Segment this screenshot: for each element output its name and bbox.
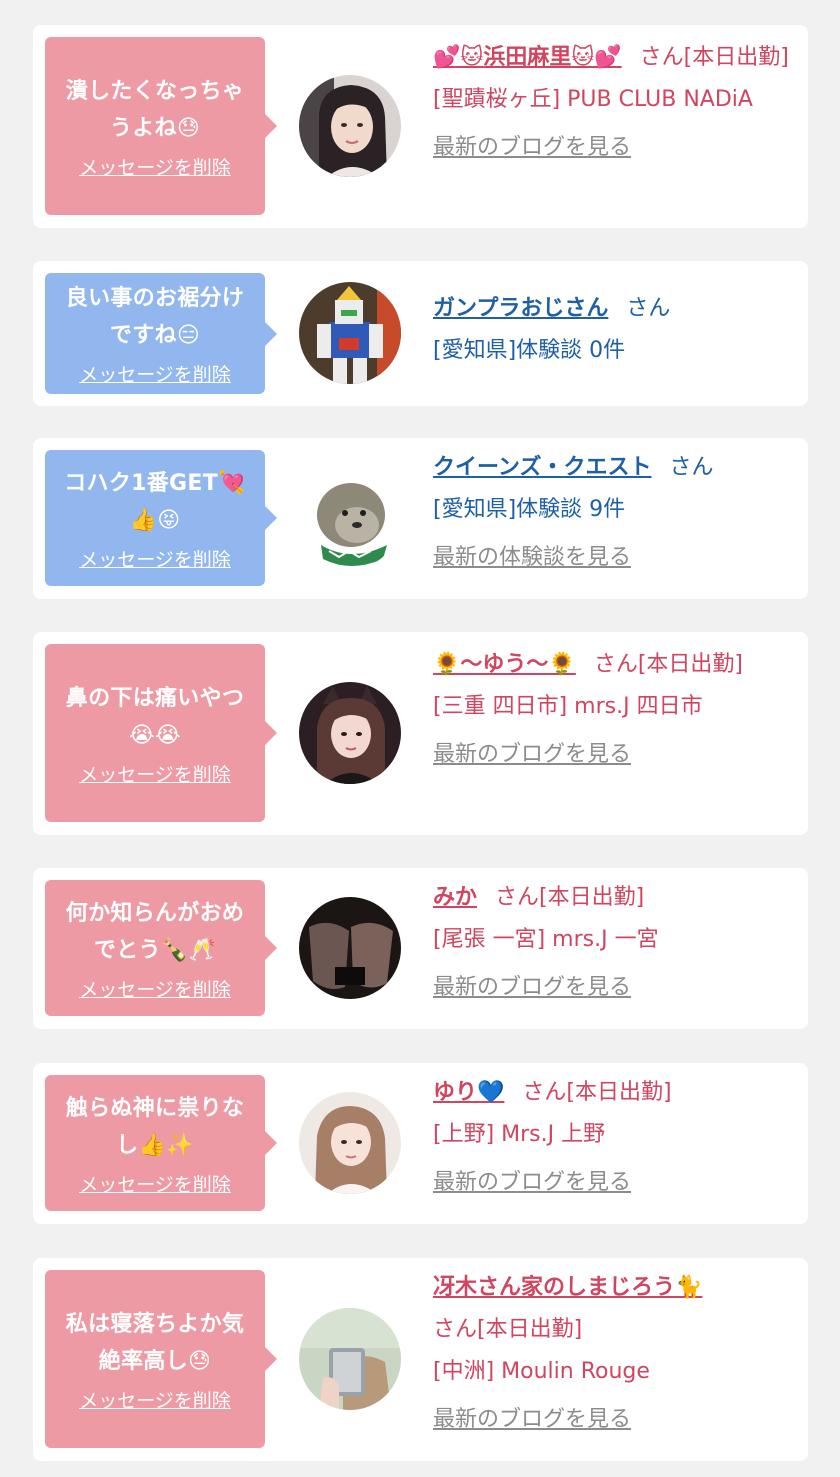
avatar[interactable]	[299, 467, 401, 569]
user-info: 🌻〜ゆう〜🌻 さん[本日出勤] [三重 四日市] mrs.J 四日市 最新のブログ…	[433, 644, 798, 776]
avatar[interactable]	[299, 282, 401, 384]
woman-photo-icon	[299, 682, 401, 784]
message-card: 触らぬ神に祟りなし👍✨ メッセージを削除 ゆり💙 さん[本日出勤] [上野] Mr…	[33, 1063, 808, 1224]
avatar[interactable]	[299, 897, 401, 999]
message-text: 触らぬ神に祟りなし👍✨	[65, 1095, 245, 1158]
user-info: 💕🐱浜田麻里🐱💕 さん[本日出勤] [聖蹟桜ヶ丘] PUB CLUB NADiA …	[433, 37, 798, 169]
shop-location: [中洲] Moulin Rouge	[433, 1359, 650, 1384]
user-info: 冴木さん家のしまじろう🐈 さん[本日出勤] [中洲] Moulin Rouge …	[433, 1267, 798, 1441]
honorific-status: さん	[626, 296, 671, 321]
user-name-link[interactable]: 🌻〜ゆう〜🌻	[433, 652, 576, 677]
message-bubble: コハク1番GET💘👍😝 メッセージを削除	[45, 450, 277, 586]
latest-blog-link[interactable]: 最新のブログを見る	[433, 1399, 798, 1441]
message-text: 潰したくなっちゃうよね😓	[65, 78, 245, 141]
user-name-link[interactable]: みか	[433, 885, 477, 910]
message-card: 私は寝落ちよか気絶率高し😓 メッセージを削除 冴木さん家のしまじろう🐈 さん[本…	[33, 1258, 808, 1461]
latest-blog-link[interactable]: 最新のブログを見る	[433, 967, 798, 1009]
honorific-status: さん[本日出勤]	[522, 1080, 672, 1105]
avatar[interactable]	[299, 682, 401, 784]
latest-review-link[interactable]: 最新の体験談を見る	[433, 537, 798, 579]
otter-character-icon	[299, 467, 401, 569]
selfie-photo-icon	[299, 1308, 401, 1410]
user-name-link[interactable]: 💕🐱浜田麻里🐱💕	[433, 45, 622, 70]
message-text: 良い事のお裾分けですね😑	[65, 286, 245, 348]
honorific-status: さん[本日出勤]	[433, 1317, 583, 1342]
user-name-link[interactable]: ゆり💙	[433, 1080, 504, 1105]
woman-photo-icon	[299, 1092, 401, 1194]
user-info: みか さん[本日出勤] [尾張 一宮] mrs.J 一宮 最新のブログを見る	[433, 877, 798, 1009]
honorific-status: さん	[669, 455, 714, 480]
message-card: 鼻の下は痛いやつ😭😭 メッセージを削除 🌻〜ゆう〜🌻さん[本日出勤] [三重	[33, 632, 808, 835]
gundam-photo-icon	[299, 282, 401, 384]
honorific-status: さん[本日出勤]	[495, 885, 645, 910]
message-card: 良い事のお裾分けですね😑 メッセージを削除 ガンプラおじさん さん [愛知県]体…	[33, 261, 808, 406]
honorific-status: さん[本日出勤]	[593, 652, 743, 677]
experience-count: [愛知県]体験談 0件	[433, 338, 626, 363]
delete-message-link[interactable]: メッセージを削除	[79, 975, 231, 1002]
shop-location: [三重 四日市] mrs.J 四日市	[433, 694, 703, 719]
shop-location: [聖蹟桜ヶ丘] PUB CLUB NADiA	[433, 87, 753, 112]
message-text: 鼻の下は痛いやつ😭😭	[65, 685, 245, 748]
experience-count: [愛知県]体験談 9件	[433, 497, 626, 522]
delete-message-link[interactable]: メッセージを削除	[79, 153, 231, 180]
message-bubble: 鼻の下は痛いやつ😭😭 メッセージを削除	[45, 644, 277, 822]
message-card: コハク1番GET💘👍😝 メッセージを削除 クイーンズ・クエスト さん [愛知県]体…	[33, 438, 808, 599]
user-name-link[interactable]: 冴木さん家のしまじろう🐈	[433, 1275, 702, 1300]
delete-message-link[interactable]: メッセージを削除	[79, 1170, 231, 1197]
message-bubble: 何か知らんがおめでとう🍾🥂 メッセージを削除	[45, 880, 277, 1016]
avatar[interactable]	[299, 1092, 401, 1194]
message-card: 潰したくなっちゃうよね😓 メッセージを削除 💕🐱浜田麻里🐱💕 さん[本日出勤] […	[33, 25, 808, 228]
delete-message-link[interactable]: メッセージを削除	[79, 545, 231, 572]
user-info: ゆり💙 さん[本日出勤] [上野] Mrs.J 上野 最新のブログを見る	[433, 1072, 798, 1204]
message-card: 何か知らんがおめでとう🍾🥂 メッセージを削除 みか さん[本日出勤] [尾張 一宮…	[33, 868, 808, 1029]
message-bubble: 潰したくなっちゃうよね😓 メッセージを削除	[45, 37, 277, 215]
user-name-link[interactable]: ガンプラおじさん	[433, 296, 608, 321]
message-text: コハク1番GET💘👍😝	[64, 470, 246, 533]
latest-blog-link[interactable]: 最新のブログを見る	[433, 1162, 798, 1204]
shop-location: [尾張 一宮] mrs.J 一宮	[433, 927, 659, 952]
delete-message-link[interactable]: メッセージを削除	[79, 760, 231, 787]
message-text: 私は寝落ちよか気絶率高し😓	[65, 1311, 245, 1374]
shop-location: [上野] Mrs.J 上野	[433, 1122, 606, 1147]
message-bubble: 私は寝落ちよか気絶率高し😓 メッセージを削除	[45, 1270, 277, 1448]
user-name-link[interactable]: クイーンズ・クエスト	[433, 455, 651, 480]
avatar[interactable]	[299, 1308, 401, 1410]
message-text: 何か知らんがおめでとう🍾🥂	[65, 900, 245, 963]
message-feed: 潰したくなっちゃうよね😓 メッセージを削除 💕🐱浜田麻里🐱💕 さん[本日出勤] […	[0, 0, 840, 1477]
woman-photo-icon	[299, 75, 401, 177]
user-info: ガンプラおじさん さん [愛知県]体験談 0件	[433, 288, 798, 372]
honorific-status: さん[本日出勤]	[639, 45, 789, 70]
message-bubble: 良い事のお裾分けですね😑 メッセージを削除	[45, 273, 277, 394]
delete-message-link[interactable]: メッセージを削除	[79, 1386, 231, 1413]
user-info: クイーンズ・クエスト さん [愛知県]体験談 9件 最新の体験談を見る	[433, 447, 798, 579]
message-bubble: 触らぬ神に祟りなし👍✨ メッセージを削除	[45, 1075, 277, 1211]
latest-blog-link[interactable]: 最新のブログを見る	[433, 734, 798, 776]
legs-photo-icon	[299, 897, 401, 999]
delete-message-link[interactable]: メッセージを削除	[79, 360, 231, 387]
latest-blog-link[interactable]: 最新のブログを見る	[433, 127, 798, 169]
avatar[interactable]	[299, 75, 401, 177]
